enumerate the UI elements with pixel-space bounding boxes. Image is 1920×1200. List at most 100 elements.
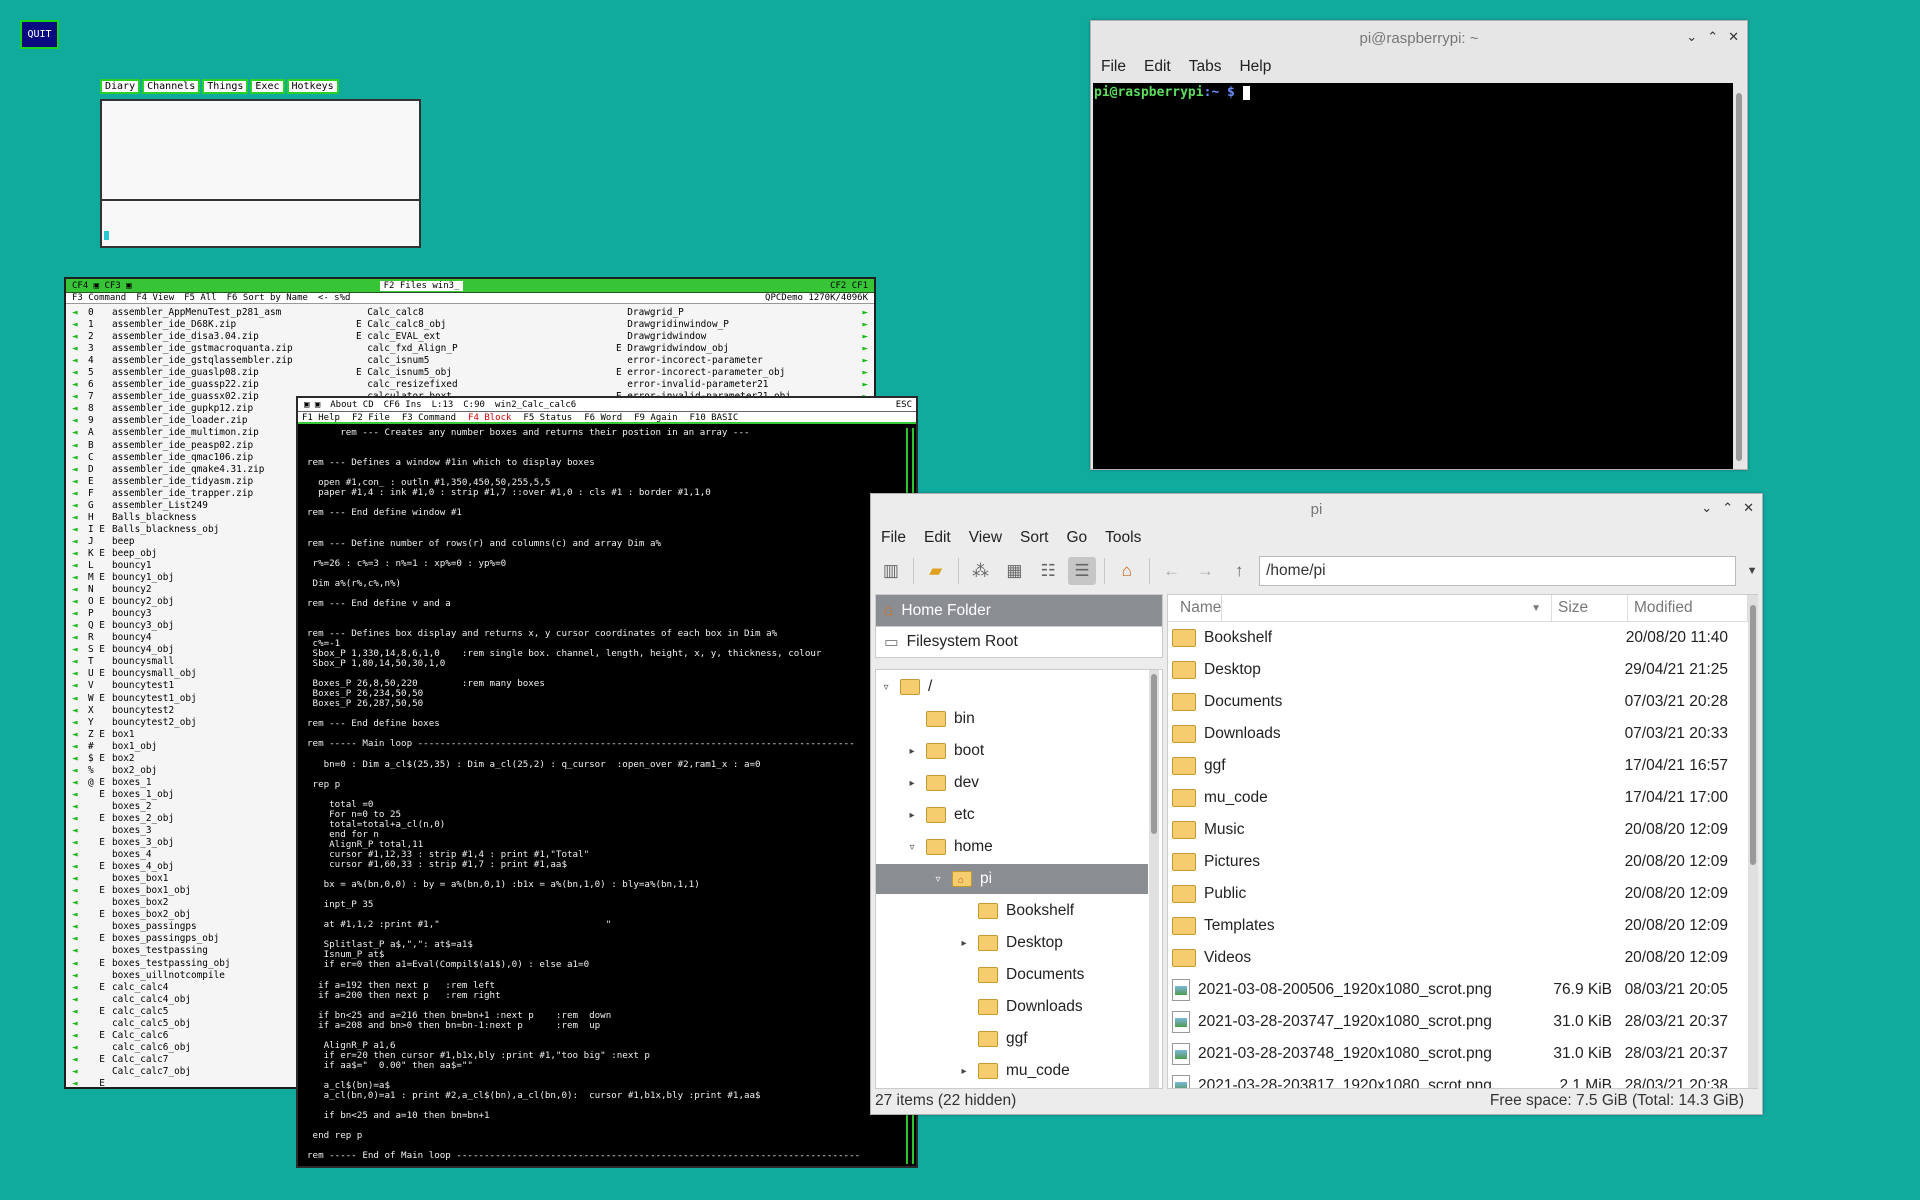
menu-channels[interactable]: Channels (142, 79, 201, 94)
new-folder-icon[interactable]: ▰ (922, 557, 950, 585)
back-icon[interactable]: ← (1158, 557, 1186, 585)
fm-menu-edit[interactable]: Edit (924, 529, 951, 547)
files-list-column-1[interactable]: assembler_AppMenuTest_p281_asm assembler… (112, 307, 293, 1078)
tree-item[interactable]: ggf (958, 1024, 1028, 1054)
sidebar-toggle-icon[interactable]: ▥ (877, 557, 905, 585)
file-row[interactable]: mu_code 17/04/21 17:00 (1168, 782, 1757, 814)
tree-item[interactable]: ▿ home (906, 832, 993, 862)
file-row[interactable]: Public 20/08/20 12:09 (1168, 878, 1757, 910)
file-row[interactable]: Pictures 20/08/20 12:09 (1168, 846, 1757, 878)
thumbnail-view-icon[interactable]: ▦ (1000, 557, 1028, 585)
tree-item[interactable]: ▿ / (880, 672, 932, 702)
tree-item[interactable]: bin (906, 704, 975, 734)
tree-item[interactable]: ▸ boot (906, 736, 984, 766)
place-home-folder[interactable]: ⌂ Home Folder (875, 594, 1163, 626)
up-icon[interactable]: ↑ (1225, 557, 1253, 585)
files-list-column-3[interactable]: Drawgrid_P Drawgridinwindow_P Drawgridwi… (616, 307, 791, 403)
file-row[interactable]: ggf 17/04/21 16:57 (1168, 750, 1757, 782)
tree-item[interactable]: Documents (958, 960, 1084, 990)
files-cmd-command[interactable]: F3 Command (72, 293, 126, 303)
terminal-screen[interactable]: pi@raspberrypi:~ $ (1093, 83, 1735, 469)
files-cmd-all[interactable]: F5 All (184, 293, 217, 303)
fm-menu-sort[interactable]: Sort (1020, 529, 1048, 547)
files-window-controls[interactable]: CF2 CF1 (830, 281, 874, 291)
expander-icon[interactable]: ▸ (958, 938, 970, 949)
editor-cmd-help[interactable]: F1 Help (302, 412, 340, 423)
expander-icon[interactable]: ▸ (906, 810, 918, 821)
icon-view-icon[interactable]: ⁂ (967, 557, 995, 585)
file-row[interactable]: Downloads 07/03/21 20:33 (1168, 718, 1757, 750)
files-list-column-2[interactable]: Calc_calc8 E Calc_calc8_obj E calc_EVAL_… (356, 307, 458, 403)
expander-icon[interactable]: ▸ (906, 778, 918, 789)
path-history-dropdown-icon[interactable]: ▼ (1742, 565, 1762, 577)
minimize-icon[interactable]: ⌄ (1701, 500, 1712, 516)
close-icon[interactable]: ✕ (1728, 29, 1739, 45)
files-directory[interactable]: <- s%d (318, 293, 351, 303)
editor-cmd-command[interactable]: F3 Command (402, 412, 456, 423)
terminal-menu-file[interactable]: File (1101, 58, 1126, 76)
file-manager-window[interactable]: pi ⌄ ⌃ ✕ File Edit View Sort Go Tools ▥ … (870, 493, 1763, 1115)
files-cmd-sort[interactable]: F6 Sort by Name (227, 293, 308, 303)
expander-icon[interactable]: ▸ (906, 746, 918, 757)
home-icon[interactable]: ⌂ (1113, 557, 1141, 585)
tree-item[interactable]: ▸ mu_code (958, 1056, 1070, 1086)
file-row[interactable]: 2021-03-28-203748_1920x1080_scrot.png 31.… (1168, 1038, 1757, 1070)
terminal-menu-edit[interactable]: Edit (1144, 58, 1171, 76)
file-row[interactable]: Bookshelf 20/08/20 11:40 (1168, 622, 1757, 654)
tree-item[interactable]: ▿ ⌂ pi (932, 864, 992, 894)
file-row[interactable]: Documents 07/03/21 20:28 (1168, 686, 1757, 718)
menu-exec[interactable]: Exec (250, 79, 285, 94)
maximize-icon[interactable]: ⌃ (1707, 29, 1718, 45)
tree-item[interactable]: Bookshelf (958, 896, 1074, 926)
compact-view-icon[interactable]: ☷ (1034, 557, 1062, 585)
directory-tree[interactable]: ▿ / bin ▸ boot ▸ dev ▸ etc ▿ home ▿ ⌂ pi Bookshelf ▸ Des… (875, 669, 1163, 1089)
file-row[interactable]: 2021-03-08-200506_1920x1080_scrot.png 76.… (1168, 974, 1757, 1006)
tree-item[interactable]: ▸ dev (906, 768, 979, 798)
column-modified[interactable]: Modified (1628, 595, 1748, 621)
files-select-arrows[interactable]: ◄ ◄ ◄ ◄ ◄ ◄ ◄ ◄ ◄ ◄ ◄ ◄ ◄ ◄ ◄ ◄ ◄ ◄ ◄ ◄ … (72, 307, 78, 1087)
fm-menu-go[interactable]: Go (1066, 529, 1087, 547)
list-view-icon[interactable]: ☰ (1068, 557, 1096, 585)
editor-cmd-basic[interactable]: F10 BASIC (690, 412, 739, 423)
place-filesystem-root[interactable]: ▭ Filesystem Root (875, 626, 1163, 658)
fm-menu-tools[interactable]: Tools (1105, 529, 1141, 547)
file-list[interactable]: Name ▼ Size Modified Bookshelf 20/08/20 11… (1167, 594, 1758, 1089)
ql-basic-window[interactable] (100, 99, 421, 248)
menu-diary[interactable]: Diary (100, 79, 141, 94)
tree-scrollbar[interactable] (1149, 670, 1159, 1088)
expander-icon[interactable]: ▿ (906, 842, 918, 853)
editor-insert-mode[interactable]: CF6 Ins (384, 400, 422, 410)
qd-editor-window[interactable]: ▣ ▣ About CD CF6 Ins L:13 C:90 win2_Calc… (296, 396, 918, 1168)
column-name[interactable]: Name ▼ (1168, 595, 1552, 621)
fm-menu-view[interactable]: View (969, 529, 1002, 547)
terminal-title-bar[interactable]: pi@raspberrypi: ~ ⌄ ⌃ ✕ (1091, 21, 1747, 55)
editor-about[interactable]: About CD (330, 400, 373, 410)
tree-item[interactable]: ▸ etc (906, 800, 975, 830)
file-row[interactable]: Desktop 29/04/21 21:25 (1168, 654, 1757, 686)
path-bar[interactable]: /home/pi (1259, 556, 1737, 586)
terminal-window[interactable]: pi@raspberrypi: ~ ⌄ ⌃ ✕ File Edit Tabs H… (1090, 20, 1748, 470)
editor-esc-button[interactable]: ESC (896, 400, 916, 410)
editor-code[interactable]: rem --- Creates any number boxes and ret… (307, 427, 860, 1161)
terminal-menu-help[interactable]: Help (1239, 58, 1271, 76)
file-row[interactable]: 2021-03-28-203817_1920x1080_scrot.png 2.1… (1168, 1070, 1757, 1088)
tree-item[interactable]: ▸ Desktop (958, 928, 1063, 958)
minimize-icon[interactable]: ⌄ (1686, 29, 1697, 45)
editor-cmd-word[interactable]: F6 Word (584, 412, 622, 423)
quit-button[interactable]: QUIT (20, 20, 59, 49)
tree-item[interactable]: Downloads (958, 992, 1083, 1022)
forward-icon[interactable]: → (1192, 557, 1220, 585)
editor-cmd-status[interactable]: F5 Status (523, 412, 572, 423)
close-icon[interactable]: ✕ (1743, 500, 1754, 516)
expander-icon[interactable]: ▿ (880, 682, 892, 693)
expander-icon[interactable]: ▸ (958, 1066, 970, 1077)
files-cmd-view[interactable]: F4 View (136, 293, 174, 303)
fm-menu-file[interactable]: File (881, 529, 906, 547)
editor-cmd-block[interactable]: F4 Block (468, 412, 511, 423)
terminal-scrollbar[interactable] (1733, 83, 1745, 469)
files-right-arrows[interactable]: ► ► ► ► ► ► ► ► (862, 307, 868, 403)
file-row[interactable]: Templates 20/08/20 12:09 (1168, 910, 1757, 942)
editor-cmd-again[interactable]: F9 Again (634, 412, 677, 423)
maximize-icon[interactable]: ⌃ (1722, 500, 1733, 516)
files-window-buttons[interactable]: CF4 ▣ CF3 ▣ (72, 281, 132, 291)
